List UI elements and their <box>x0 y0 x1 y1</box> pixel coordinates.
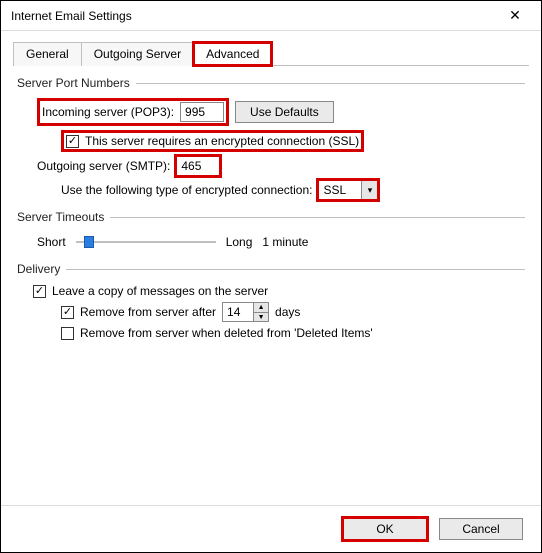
row-incoming: Incoming server (POP3): Use Defaults <box>37 98 525 126</box>
days-label: days <box>275 305 300 319</box>
slider-thumb[interactable] <box>84 236 94 248</box>
tab-general[interactable]: General <box>13 42 82 66</box>
remove-after-days-spinner[interactable]: 14 ▲ ▼ <box>222 302 269 322</box>
timeout-long-label: Long <box>226 235 253 249</box>
spinner-arrows: ▲ ▼ <box>253 303 268 321</box>
outgoing-label: Outgoing server (SMTP): <box>37 159 170 173</box>
slider-track <box>76 241 216 243</box>
divider <box>66 269 525 270</box>
checkbox-leave-copy[interactable]: ✓ <box>33 285 46 298</box>
section-delivery: Delivery ✓ Leave a copy of messages on t… <box>17 262 525 340</box>
incoming-port-input[interactable] <box>180 102 224 122</box>
section-header-ports: Server Port Numbers <box>17 76 525 90</box>
use-defaults-button[interactable]: Use Defaults <box>235 101 334 123</box>
row-remove-deleted: Remove from server when deleted from 'De… <box>61 326 525 340</box>
chevron-up-icon[interactable]: ▲ <box>254 303 268 312</box>
divider <box>110 217 525 218</box>
timeout-short-label: Short <box>37 235 66 249</box>
section-header-timeouts: Server Timeouts <box>17 210 525 224</box>
encryption-value: SSL <box>319 183 361 197</box>
content-area: General Outgoing Server Advanced Server … <box>1 31 541 505</box>
tab-outgoing-server[interactable]: Outgoing Server <box>81 42 194 66</box>
close-button[interactable]: ✕ <box>495 4 535 28</box>
encryption-label: Use the following type of encrypted conn… <box>61 183 312 197</box>
close-icon: ✕ <box>509 7 521 24</box>
timeout-value: 1 minute <box>262 235 308 249</box>
section-server-port-numbers: Server Port Numbers Incoming server (POP… <box>17 76 525 200</box>
tab-advanced[interactable]: Advanced <box>193 42 272 66</box>
delivery-header-label: Delivery <box>17 262 60 276</box>
row-leave-copy: ✓ Leave a copy of messages on the server <box>33 284 525 298</box>
checkbox-remove-after[interactable]: ✓ <box>61 306 74 319</box>
row-remove-after: ✓ Remove from server after 14 ▲ ▼ days <box>61 302 525 322</box>
ok-button[interactable]: OK <box>343 518 427 540</box>
leave-copy-label: Leave a copy of messages on the server <box>52 284 268 298</box>
encryption-select[interactable]: SSL ▾ <box>318 180 378 200</box>
chevron-down-icon[interactable]: ▼ <box>254 312 268 321</box>
row-ssl-checkbox: ✓ This server requires an encrypted conn… <box>61 130 525 152</box>
dialog-internet-email-settings: Internet Email Settings ✕ General Outgoi… <box>0 0 542 553</box>
remove-after-days-value: 14 <box>223 305 253 319</box>
divider <box>136 83 525 84</box>
ssl-label: This server requires an encrypted connec… <box>85 134 359 148</box>
timeouts-header-label: Server Timeouts <box>17 210 104 224</box>
row-encryption: Use the following type of encrypted conn… <box>61 180 525 200</box>
dialog-footer: OK Cancel <box>1 505 541 552</box>
row-timeout-slider: Short Long 1 minute <box>37 232 525 252</box>
highlight-incoming: Incoming server (POP3): <box>37 98 229 126</box>
remove-after-label: Remove from server after <box>80 305 216 319</box>
timeout-slider[interactable] <box>76 232 216 252</box>
checkbox-ssl[interactable]: ✓ <box>66 135 79 148</box>
remove-deleted-label: Remove from server when deleted from 'De… <box>80 326 373 340</box>
outgoing-port-input[interactable] <box>176 156 220 176</box>
section-server-timeouts: Server Timeouts Short Long 1 minute <box>17 210 525 252</box>
dialog-title: Internet Email Settings <box>11 9 132 23</box>
section-header-delivery: Delivery <box>17 262 525 276</box>
chevron-down-icon: ▾ <box>361 181 377 199</box>
highlight-ssl: ✓ This server requires an encrypted conn… <box>61 130 364 152</box>
tab-bar: General Outgoing Server Advanced <box>13 41 529 66</box>
incoming-label: Incoming server (POP3): <box>42 105 174 119</box>
titlebar: Internet Email Settings ✕ <box>1 1 541 31</box>
checkbox-remove-deleted[interactable] <box>61 327 74 340</box>
cancel-button[interactable]: Cancel <box>439 518 523 540</box>
ports-header-label: Server Port Numbers <box>17 76 130 90</box>
row-outgoing: Outgoing server (SMTP): <box>37 156 525 176</box>
